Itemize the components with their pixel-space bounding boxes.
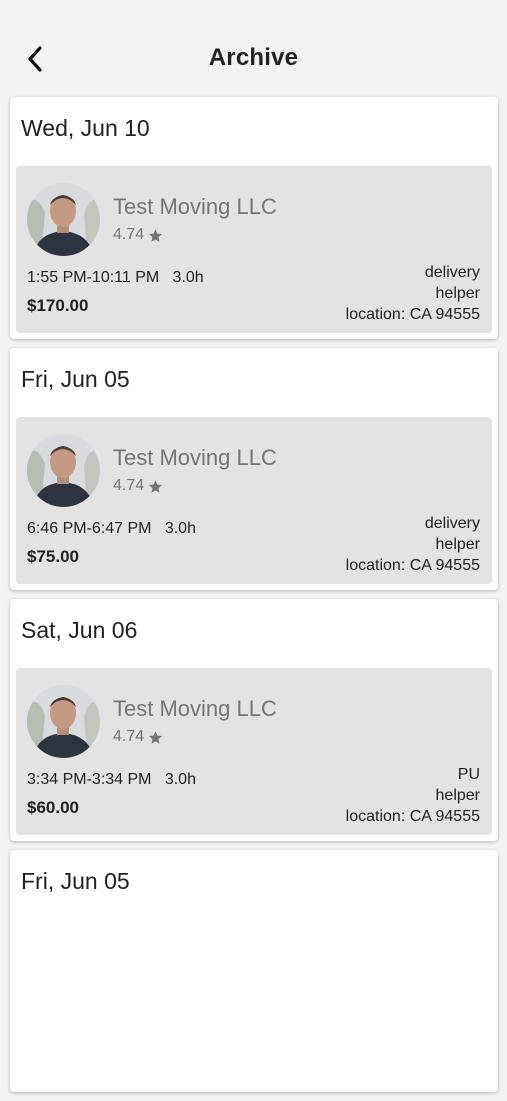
job-role: helper	[435, 285, 480, 302]
job-info: PU helper location: CA 94555	[346, 764, 480, 827]
job-role: helper	[435, 787, 480, 804]
job-time: 1:55 PM-10:11 PM 3.0h	[27, 269, 204, 286]
company-name: Test Moving LLC	[113, 445, 277, 470]
job-price: $170.00	[27, 296, 89, 315]
job-role: helper	[435, 536, 480, 553]
day-date: Fri, Jun 05	[21, 868, 130, 894]
company-name: Test Moving LLC	[113, 696, 277, 721]
day-date: Sat, Jun 06	[21, 617, 138, 643]
day-date: Wed, Jun 10	[21, 115, 150, 141]
day-card: Wed, Jun 10 Test Moving LLC 4.74 1:55 PM…	[10, 97, 498, 339]
avatar	[27, 434, 100, 507]
rating-value: 4.74	[113, 226, 145, 243]
job-tile[interactable]: Test Moving LLC 4.74 1:55 PM-10:11 PM 3.…	[16, 166, 492, 333]
company-name: Test Moving LLC	[113, 194, 277, 219]
job-location: location: CA 94555	[345, 808, 480, 825]
job-type: PU	[457, 766, 480, 783]
page-title: Archive	[208, 44, 299, 71]
rating-value: 4.74	[113, 477, 145, 494]
rating: 4.74	[113, 477, 163, 495]
job-tile[interactable]: Test Moving LLC 4.74 6:46 PM-6:47 PM 3.0…	[16, 417, 492, 584]
star-icon	[149, 730, 163, 744]
rating: 4.74	[113, 728, 163, 746]
job-type: delivery	[424, 515, 480, 532]
job-location: location: CA 94555	[345, 557, 480, 574]
job-type: delivery	[424, 264, 480, 281]
avatar	[27, 685, 100, 758]
rating-value: 4.74	[113, 728, 145, 745]
star-icon	[149, 228, 163, 242]
day-card: Sat, Jun 06 Test Moving LLC 4.74 3:34 PM…	[10, 599, 498, 841]
job-tile[interactable]: Test Moving LLC 4.74 3:34 PM-3:34 PM 3.0…	[16, 668, 492, 835]
job-info: delivery helper location: CA 94555	[346, 513, 480, 576]
job-time: 6:46 PM-6:47 PM 3.0h	[27, 520, 196, 537]
day-card: Fri, Jun 05 Test Moving LLC 4.74 6:46 PM…	[10, 348, 498, 590]
job-price: $60.00	[27, 798, 79, 817]
rating: 4.74	[113, 226, 163, 244]
archive-list[interactable]: Wed, Jun 10 Test Moving LLC 4.74 1:55 PM…	[10, 97, 498, 1101]
job-time: 3:34 PM-3:34 PM 3.0h	[27, 771, 196, 788]
job-location: location: CA 94555	[345, 306, 480, 323]
day-date: Fri, Jun 05	[21, 366, 130, 392]
star-icon	[149, 479, 163, 493]
app-header: Archive	[0, 0, 507, 96]
job-info: delivery helper location: CA 94555	[346, 262, 480, 325]
job-price: $75.00	[27, 547, 79, 566]
day-card: Fri, Jun 05	[10, 850, 498, 1092]
avatar	[27, 183, 100, 256]
